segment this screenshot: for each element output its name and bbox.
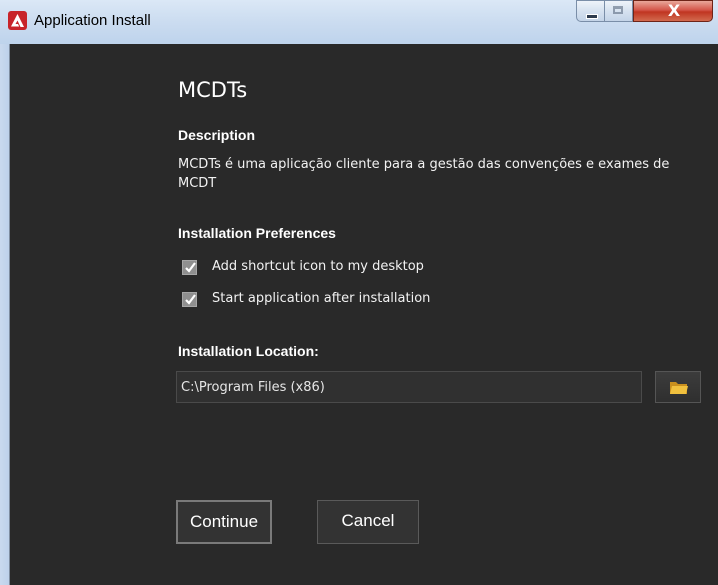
install-location-field[interactable] bbox=[176, 371, 642, 403]
start-after-install-label: Start application after installation bbox=[212, 291, 431, 306]
cancel-button[interactable]: Cancel bbox=[317, 500, 419, 544]
close-icon: X bbox=[667, 1, 681, 20]
checkmark-icon bbox=[185, 294, 196, 305]
shortcut-checkbox[interactable] bbox=[182, 260, 197, 275]
installer-panel: MCDTs Description MCDTs é uma aplicação … bbox=[10, 44, 718, 585]
browse-folder-button[interactable] bbox=[655, 371, 701, 403]
preferences-heading: Installation Preferences bbox=[178, 225, 336, 241]
checkmark-icon bbox=[185, 262, 196, 273]
maximize-icon bbox=[613, 6, 623, 14]
window-controls: X bbox=[576, 0, 713, 23]
app-name: MCDTs bbox=[178, 78, 248, 102]
location-heading: Installation Location: bbox=[178, 343, 319, 359]
folder-icon bbox=[670, 382, 688, 394]
window-frame bbox=[0, 44, 10, 585]
minimize-icon bbox=[586, 14, 598, 19]
description-text: MCDTs é uma aplicação cliente para a ges… bbox=[178, 157, 670, 191]
shortcut-label: Add shortcut icon to my desktop bbox=[212, 259, 424, 274]
title-bar[interactable]: Application Install X bbox=[0, 0, 718, 44]
description-heading: Description bbox=[178, 127, 256, 143]
close-button[interactable]: X bbox=[633, 0, 713, 22]
start-after-install-checkbox[interactable] bbox=[182, 292, 197, 307]
window-title: Application Install bbox=[34, 12, 151, 29]
maximize-button[interactable] bbox=[605, 0, 633, 22]
continue-button[interactable]: Continue bbox=[176, 500, 272, 544]
minimize-button[interactable] bbox=[576, 0, 605, 22]
installer-logo-icon bbox=[8, 11, 27, 30]
